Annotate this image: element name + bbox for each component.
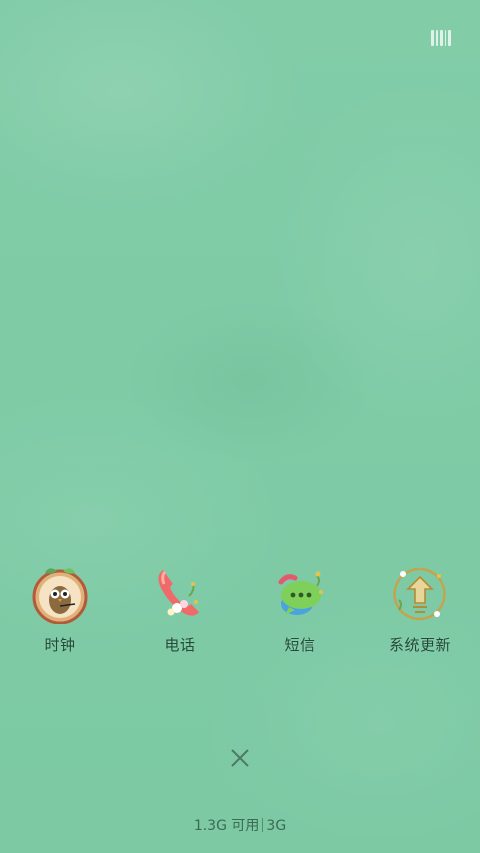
system-update-icon [387, 560, 453, 626]
barcode-menu-icon[interactable] [431, 30, 451, 46]
app-label-clock: 时钟 [44, 636, 76, 654]
messages-icon [267, 560, 333, 626]
wallpaper [0, 0, 480, 853]
app-messages[interactable]: 短信 [240, 560, 360, 655]
app-label-messages: 短信 [284, 636, 316, 654]
app-system-update[interactable]: 系统更新 [360, 560, 480, 655]
memory-divider [262, 818, 264, 832]
close-icon [231, 749, 249, 767]
recent-apps-row: 时钟 电话 短信 系统更新 [0, 560, 480, 655]
memory-total: 3G [266, 818, 287, 834]
clock-icon [27, 560, 93, 626]
app-phone[interactable]: 电话 [120, 560, 240, 655]
memory-available: 1.3G 可用 [193, 818, 260, 834]
app-label-phone: 电话 [164, 636, 196, 654]
app-clock[interactable]: 时钟 [0, 560, 120, 655]
phone-icon [147, 560, 213, 626]
memory-status: 1.3G 可用 3G [0, 815, 480, 835]
app-label-system-update: 系统更新 [388, 636, 451, 654]
close-all-button[interactable] [222, 740, 258, 776]
